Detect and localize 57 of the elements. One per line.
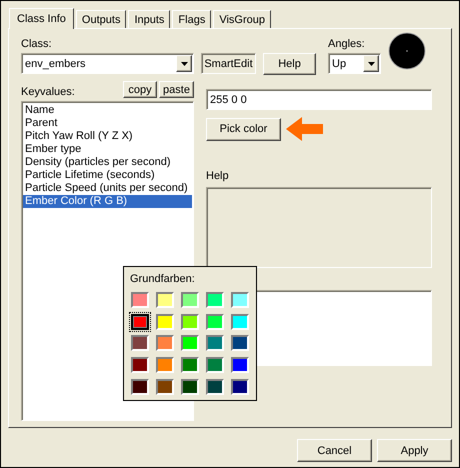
tab[interactable]: VisGroup: [213, 10, 271, 28]
palette-title: Grundfarben:: [130, 273, 195, 285]
keyvalue-item[interactable]: Particle Speed (units per second): [23, 182, 192, 195]
dialog-button[interactable]: Cancel: [297, 439, 372, 462]
color-swatch[interactable]: [156, 314, 174, 330]
color-swatch[interactable]: [181, 357, 199, 374]
color-swatch[interactable]: [206, 335, 224, 352]
color-swatch[interactable]: [181, 335, 199, 352]
angles-label: Angles:: [328, 38, 366, 52]
color-swatch[interactable]: [131, 314, 149, 330]
color-swatch[interactable]: [156, 378, 174, 395]
color-swatch[interactable]: [156, 357, 174, 374]
tab[interactable]: Outputs: [76, 10, 126, 28]
keyvalue-item[interactable]: Density (particles per second): [23, 156, 192, 169]
color-swatch[interactable]: [131, 357, 149, 374]
color-swatch[interactable]: [181, 292, 199, 308]
class-dropdown[interactable]: env_embers: [21, 53, 194, 74]
color-swatch[interactable]: [231, 292, 249, 308]
color-swatch[interactable]: [156, 335, 174, 352]
color-swatch[interactable]: [231, 335, 249, 352]
keyvalue-item[interactable]: Parent: [23, 117, 192, 130]
angles-value: Up: [331, 58, 348, 70]
color-swatch[interactable]: [131, 378, 149, 395]
class-value: env_embers: [24, 58, 87, 70]
color-swatch[interactable]: [231, 378, 249, 395]
help-label: Help: [206, 170, 230, 182]
tab[interactable]: Class Info: [9, 8, 74, 29]
color-swatch[interactable]: [156, 292, 174, 308]
pick-color-button[interactable]: Pick color: [206, 118, 281, 140]
arrow-icon: [286, 117, 324, 141]
color-swatch[interactable]: [181, 378, 199, 395]
color-swatch[interactable]: [181, 314, 199, 330]
help-button[interactable]: Help: [263, 53, 316, 75]
class-label: Class:: [21, 38, 53, 52]
color-swatch[interactable]: [131, 335, 149, 352]
dialog-button[interactable]: Apply: [377, 439, 452, 462]
color-swatch[interactable]: [231, 314, 249, 330]
keyvalue-item[interactable]: Ember type: [23, 143, 192, 156]
smartedit-toggle[interactable]: SmartEdit: [201, 53, 256, 74]
tab[interactable]: Flags: [172, 10, 212, 28]
color-swatch[interactable]: [206, 314, 224, 330]
tab[interactable]: Inputs: [128, 10, 170, 28]
color-swatch[interactable]: [131, 292, 149, 308]
color-swatch[interactable]: [206, 357, 224, 374]
keyvalue-item[interactable]: Name: [23, 104, 192, 117]
copy-button[interactable]: copy: [123, 81, 157, 98]
keyvalue-item[interactable]: Particle Lifetime (seconds): [23, 169, 192, 182]
angle-dial-icon[interactable]: [388, 32, 426, 70]
keyvalue-item[interactable]: Pitch Yaw Roll (Y Z X): [23, 130, 192, 143]
color-swatch[interactable]: [231, 357, 249, 374]
keyvalues-label: Keyvalues:: [21, 86, 76, 98]
keyvalue-item[interactable]: Ember Color (R G B): [23, 195, 192, 208]
value-field[interactable]: 255 0 0: [206, 89, 432, 110]
angles-dropdown[interactable]: Up: [328, 53, 381, 74]
color-swatch[interactable]: [206, 378, 224, 395]
paste-button[interactable]: paste: [159, 81, 194, 98]
color-swatch[interactable]: [206, 292, 224, 308]
